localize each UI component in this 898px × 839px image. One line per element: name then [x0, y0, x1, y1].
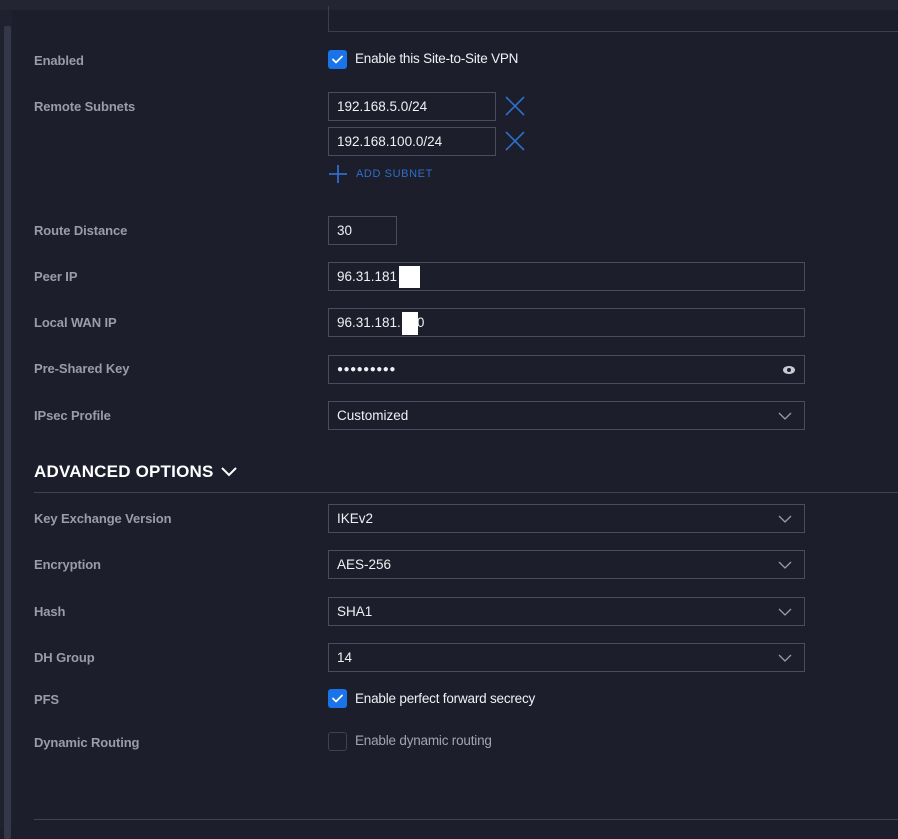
key-exchange-version-label: Key Exchange Version	[34, 511, 172, 526]
encryption-value: AES-256	[337, 557, 392, 572]
ipsec-profile-label: IPsec Profile	[34, 408, 111, 423]
chevron-down-icon	[778, 561, 792, 569]
remote-subnets-label: Remote Subnets	[34, 99, 136, 114]
key-exchange-version-select[interactable]: IKEv2	[328, 504, 805, 533]
enabled-checkbox-label[interactable]: Enable this Site-to-Site VPN	[355, 51, 518, 66]
chevron-down-icon	[220, 467, 237, 477]
hash-label: Hash	[34, 604, 66, 619]
ipsec-profile-select[interactable]: Customized	[328, 401, 805, 430]
bottom-divider	[34, 819, 898, 820]
peer-ip-label: Peer IP	[34, 269, 78, 284]
dh-group-value: 14	[337, 650, 353, 665]
encryption-label: Encryption	[34, 557, 101, 572]
dh-group-label: DH Group	[34, 650, 95, 665]
add-subnet-button[interactable]: ADD SUBNET	[328, 163, 433, 185]
dynamic-routing-checkbox-label[interactable]: Enable dynamic routing	[355, 733, 492, 748]
local-wan-ip-input[interactable]: 96.31.181. 0	[328, 308, 805, 337]
pre-shared-key-label: Pre-Shared Key	[34, 361, 130, 376]
enabled-checkbox[interactable]	[328, 50, 347, 69]
hash-value: SHA1	[337, 604, 373, 619]
local-wan-ip-label: Local WAN IP	[34, 315, 117, 330]
advanced-options-toggle[interactable]: ADVANCED OPTIONS	[34, 462, 238, 482]
pre-shared-key-value: ●●●●●●●●●	[337, 364, 396, 375]
peer-ip-input[interactable]: 96.31.181	[328, 262, 805, 291]
advanced-options-title: ADVANCED OPTIONS	[34, 462, 214, 481]
redaction-block	[399, 266, 420, 288]
pfs-checkbox-label[interactable]: Enable perfect forward secrecy	[355, 691, 535, 706]
dynamic-routing-checkbox[interactable]	[328, 732, 347, 751]
check-icon	[332, 55, 343, 64]
chevron-down-icon	[778, 412, 792, 420]
remove-subnet-button[interactable]	[504, 95, 526, 117]
remote-subnet-input[interactable]: 192.168.100.0/24	[328, 127, 496, 156]
scrollbar-thumb[interactable]	[4, 26, 11, 839]
scrollbar-track[interactable]	[0, 10, 12, 839]
chevron-down-icon	[778, 654, 792, 662]
check-icon	[332, 694, 343, 703]
enabled-label: Enabled	[34, 53, 84, 68]
previous-field-edge	[328, 6, 898, 32]
remote-subnet-value: 192.168.5.0/24	[337, 99, 428, 114]
ipsec-profile-value: Customized	[337, 408, 409, 423]
remote-subnet-input[interactable]: 192.168.5.0/24	[328, 92, 496, 121]
remote-subnet-value: 192.168.100.0/24	[337, 134, 443, 149]
encryption-select[interactable]: AES-256	[328, 550, 805, 579]
plus-icon	[329, 165, 347, 183]
pfs-label: PFS	[34, 692, 59, 707]
local-wan-ip-prefix: 96.31.181.	[337, 315, 401, 330]
eye-icon[interactable]	[782, 363, 796, 377]
hash-select[interactable]: SHA1	[328, 597, 805, 626]
chevron-down-icon	[778, 608, 792, 616]
route-distance-label: Route Distance	[34, 223, 128, 238]
close-icon	[505, 131, 525, 151]
pre-shared-key-input[interactable]: ●●●●●●●●●	[328, 355, 805, 384]
dh-group-select[interactable]: 14	[328, 643, 805, 672]
add-subnet-label: ADD SUBNET	[356, 168, 433, 180]
redaction-block	[402, 312, 418, 335]
key-exchange-version-value: IKEv2	[337, 511, 374, 526]
peer-ip-value: 96.31.181	[337, 269, 398, 284]
remove-subnet-button[interactable]	[504, 130, 526, 152]
close-icon	[505, 96, 525, 116]
route-distance-value: 30	[337, 223, 353, 238]
dynamic-routing-label: Dynamic Routing	[34, 735, 140, 750]
section-divider	[34, 492, 898, 493]
route-distance-input[interactable]: 30	[328, 216, 397, 245]
chevron-down-icon	[778, 515, 792, 523]
pfs-checkbox[interactable]	[328, 689, 347, 708]
